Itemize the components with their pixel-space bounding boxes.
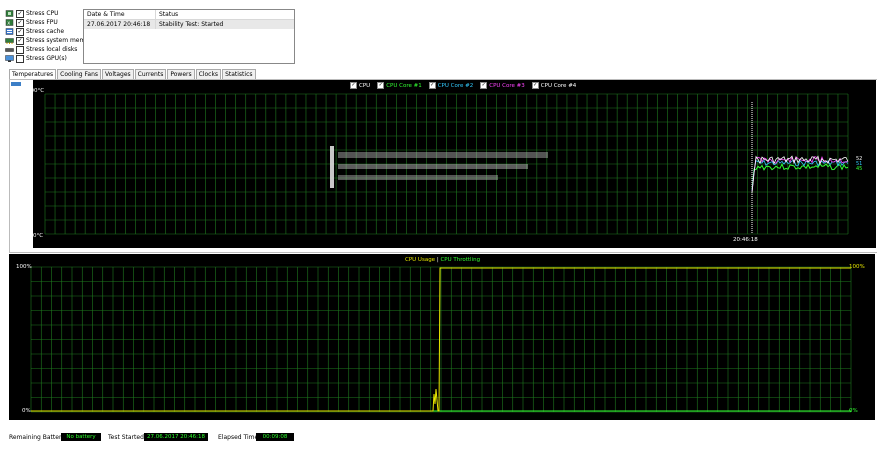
- tab-powers[interactable]: Powers: [167, 69, 195, 79]
- status-log-table[interactable]: Date & Time Status 27.06.2017 20:46:18 S…: [83, 9, 295, 64]
- cache-icon: [5, 28, 14, 35]
- temp-y-max-label: 100°C: [27, 88, 45, 94]
- stress-cpu-checkbox[interactable]: ✓: [16, 9, 24, 18]
- legend-core2-label: CPU Core #2: [437, 82, 474, 89]
- stress-fpu-checkbox[interactable]: ✓: [16, 18, 24, 27]
- watermark-logo: [330, 146, 548, 188]
- legend-core3-label: CPU Core #3: [489, 82, 525, 89]
- usage-right-max-label: 100%: [849, 264, 865, 270]
- disk-icon: [5, 46, 14, 53]
- legend-core1[interactable]: ✓ CPU Core #1: [377, 82, 422, 89]
- legend-cpu-label: CPU: [359, 82, 371, 89]
- log-cell-status: Stability Test: Started: [159, 21, 224, 28]
- temp-y-min-label: 0°C: [33, 233, 44, 239]
- legend-separator: |: [436, 257, 439, 263]
- fpu-icon: x: [5, 19, 14, 27]
- stress-cache-checkbox[interactable]: ✓: [16, 27, 24, 36]
- legend-core2[interactable]: ✓ CPU Core #2: [428, 82, 474, 89]
- stress-fpu-option[interactable]: x ✓ Stress FPU: [5, 18, 58, 27]
- gpu-icon: [5, 55, 14, 62]
- temperature-legend: ✓ CPU ✓ CPU Core #1 ✓ CPU Core #2 ✓ CPU Core…: [350, 82, 583, 89]
- table-row[interactable]: 27.06.2017 20:46:18 Stability Test: Star…: [84, 20, 294, 29]
- usage-y-min-label: 0%: [22, 408, 31, 414]
- legend-cpu-checkbox[interactable]: ✓: [350, 82, 357, 89]
- tab-cooling-fans[interactable]: Cooling Fans: [57, 69, 102, 79]
- legend-cpu-throttling[interactable]: CPU Throttling: [440, 257, 480, 263]
- stress-cache-label: Stress cache: [26, 28, 65, 35]
- remaining-battery-label: Remaining Battery:: [9, 434, 67, 441]
- legend-core1-label: CPU Core #1: [386, 82, 422, 89]
- legend-cpu[interactable]: ✓ CPU: [350, 82, 370, 89]
- tab-statistics[interactable]: Statistics: [222, 69, 256, 79]
- sensor-list-strip[interactable]: [11, 82, 21, 86]
- usage-legend: CPU Usage | CPU Throttling: [405, 257, 480, 263]
- legend-cpu-usage[interactable]: CPU Usage: [405, 257, 435, 263]
- stress-cpu-label: Stress CPU: [26, 10, 59, 17]
- test-started-label: Test Started:: [108, 434, 146, 441]
- usage-y-max-label: 100%: [16, 264, 32, 270]
- temp-end-value-3: 45: [856, 166, 863, 172]
- stress-gpu-option[interactable]: Stress GPU(s): [5, 54, 67, 63]
- stress-cache-option[interactable]: ✓ Stress cache: [5, 27, 64, 36]
- svg-text:x: x: [7, 21, 10, 26]
- stress-disks-checkbox[interactable]: [16, 45, 24, 54]
- log-cell-datetime: 27.06.2017 20:46:18: [84, 20, 156, 29]
- legend-core1-checkbox[interactable]: ✓: [377, 82, 385, 89]
- stress-memory-checkbox[interactable]: ✓: [16, 36, 24, 45]
- chart-tabs: Temperatures Cooling Fans Voltages Curre…: [9, 69, 257, 80]
- usage-right-min-label: 0%: [849, 408, 858, 414]
- legend-core3-checkbox[interactable]: ✓: [480, 82, 488, 89]
- stress-gpu-label: Stress GPU(s): [26, 55, 67, 62]
- legend-core4[interactable]: ✓ CPU Core #4: [531, 82, 577, 89]
- legend-core2-checkbox[interactable]: ✓: [428, 82, 436, 89]
- legend-core4-label: CPU Core #4: [540, 82, 577, 89]
- stress-gpu-checkbox[interactable]: [16, 54, 24, 63]
- elapsed-time-value: 00:09:08: [256, 433, 294, 441]
- tab-voltages[interactable]: Voltages: [102, 69, 134, 79]
- stress-disks-label: Stress local disks: [26, 46, 78, 53]
- temperature-chart: ✓ CPU ✓ CPU Core #1 ✓ CPU Core #2 ✓ CPU Core…: [27, 80, 876, 248]
- status-bar: Remaining Battery: No battery Test Start…: [0, 428, 877, 450]
- memory-icon: [5, 37, 14, 44]
- legend-core4-checkbox[interactable]: ✓: [531, 82, 539, 89]
- cpu-usage-chart: CPU Usage | CPU Throttling 100% 0% 100% …: [9, 254, 875, 420]
- legend-core3[interactable]: ✓ CPU Core #3: [480, 82, 525, 89]
- stress-memory-option[interactable]: ✓ Stress system memory: [5, 36, 95, 45]
- stress-fpu-label: Stress FPU: [26, 19, 58, 26]
- cpu-icon: [5, 10, 14, 17]
- log-header-status[interactable]: Status: [156, 11, 178, 18]
- temp-time-label: 20:46:18: [733, 237, 758, 243]
- stress-cpu-option[interactable]: ✓ Stress CPU: [5, 9, 59, 18]
- test-started-value: 27.06.2017 20:46:18: [144, 433, 208, 441]
- log-header-row: Date & Time Status: [84, 10, 294, 20]
- tab-clocks[interactable]: Clocks: [195, 69, 222, 79]
- tab-currents[interactable]: Currents: [134, 69, 167, 79]
- stress-disks-option[interactable]: Stress local disks: [5, 45, 77, 54]
- remaining-battery-value: No battery: [61, 433, 101, 441]
- log-header-datetime[interactable]: Date & Time: [84, 10, 156, 19]
- elapsed-time-label: Elapsed Time:: [218, 434, 261, 441]
